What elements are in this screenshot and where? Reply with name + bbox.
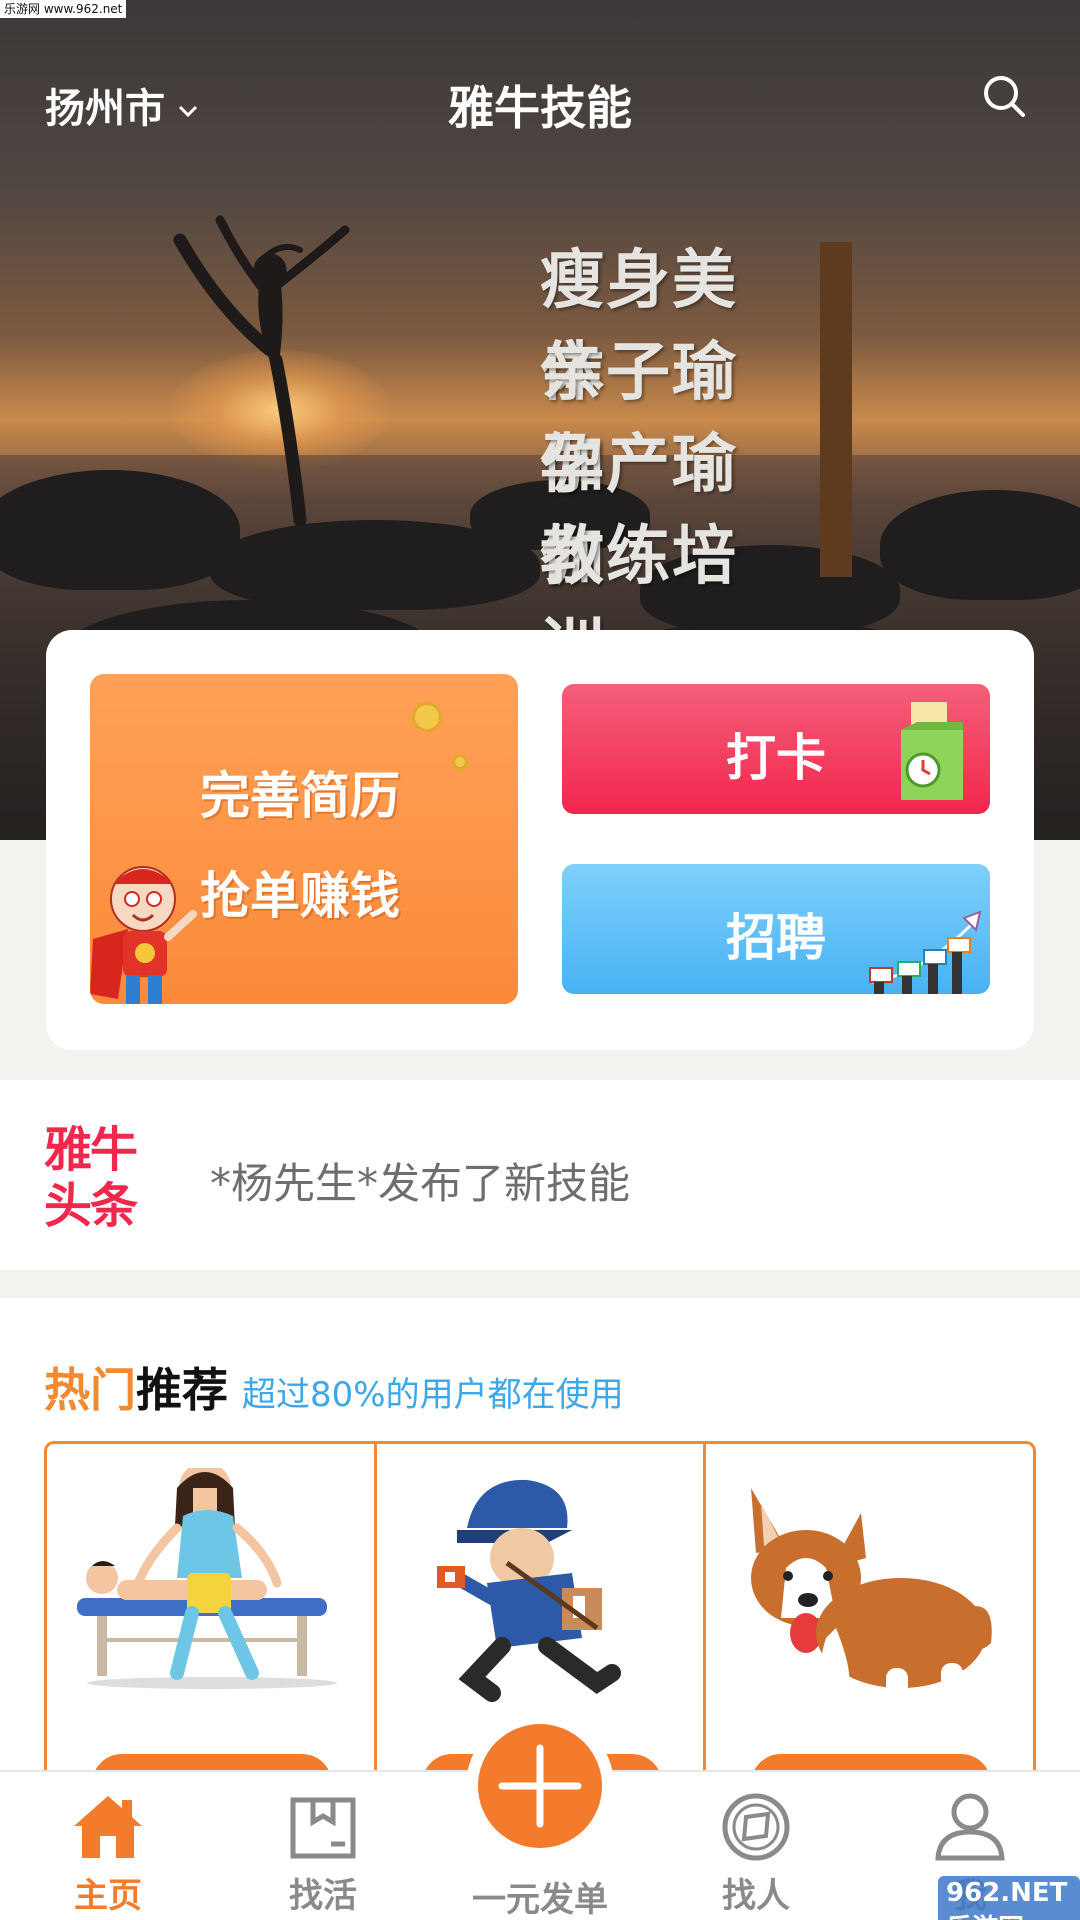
compass-icon (722, 1793, 790, 1861)
hot-title-part2: 推荐 (136, 1363, 228, 1417)
banner-line: 瘦身美体 (540, 244, 738, 410)
complete-resume-button[interactable]: 完善简历 抢单赚钱 (90, 674, 518, 1004)
resume-line1: 完善简历 (200, 767, 400, 825)
person-icon (935, 1793, 1005, 1861)
corner-watermark: 962.NET 乐游网 (938, 1876, 1080, 1920)
watermark: 乐游网 www.962.net (0, 0, 127, 18)
hands-holding-cards-icon (869, 910, 982, 994)
fab-circle (478, 1724, 602, 1848)
screen: 瘦身美体 亲子瑜伽 孕产瑜伽 教练培训 乐游网 www.962.net 扬州市 … (0, 0, 1080, 1920)
hot-subtitle: 超过80%的用户都在使用 (242, 1375, 624, 1415)
search-icon[interactable] (980, 72, 1028, 120)
news-logo: 雅牛 头条 (44, 1122, 154, 1234)
time-clock-icon (901, 702, 963, 800)
coin-icon (452, 754, 468, 770)
banner-line: 亲子瑜伽 (540, 336, 738, 502)
news-text: *杨先生*发布了新技能 (210, 1159, 631, 1208)
banner-line: 孕产瑜伽 (540, 428, 738, 594)
punch-in-button[interactable]: 打卡 (562, 684, 990, 814)
news-logo-line2: 头条 (44, 1178, 138, 1234)
tab-find-work[interactable]: 找活 (243, 1792, 403, 1917)
tab-home[interactable]: 主页 (28, 1792, 188, 1917)
coin-icon (412, 702, 442, 732)
banner-text: 瘦身美体 亲子瑜伽 孕产瑜伽 教练培训 (540, 235, 800, 686)
hot-recommend-header: 热门推荐 超过80%的用户都在使用 (44, 1354, 624, 1420)
hot-title-part1: 热门 (44, 1363, 136, 1417)
courier-illustration (436, 1479, 621, 1702)
rock (880, 490, 1080, 600)
tab-label: 找人 (722, 1876, 790, 1916)
resume-line2: 抢单赚钱 (200, 867, 400, 925)
massage-illustration (77, 1468, 337, 1689)
banner-accent-bar (820, 242, 852, 577)
tab-find-people[interactable]: 找人 (676, 1792, 836, 1917)
home-icon (74, 1796, 142, 1858)
top-bar: 扬州市 雅牛技能 (0, 60, 1080, 140)
tab-label: 主页 (74, 1876, 142, 1916)
corgi-dog-illustration (751, 1488, 993, 1698)
dancer-silhouette (173, 215, 350, 527)
news-bar[interactable]: 雅牛 头条 *杨先生*发布了新技能 (0, 1080, 1080, 1270)
mascot-icon (90, 866, 197, 1004)
post-order-label: 一元发单 (472, 1880, 608, 1920)
tab-label: 找活 (289, 1876, 357, 1916)
plus-icon (498, 1744, 582, 1828)
box-icon (290, 1797, 356, 1859)
recruit-button[interactable]: 招聘 (562, 864, 990, 994)
news-logo-line1: 雅牛 (44, 1122, 138, 1178)
quick-actions-card: 完善简历 抢单赚钱 打卡 招聘 (46, 630, 1034, 1050)
post-order-button[interactable] (466, 1712, 614, 1860)
banner-line: 教练培训 (540, 520, 738, 686)
app-title: 雅牛技能 (448, 81, 632, 135)
